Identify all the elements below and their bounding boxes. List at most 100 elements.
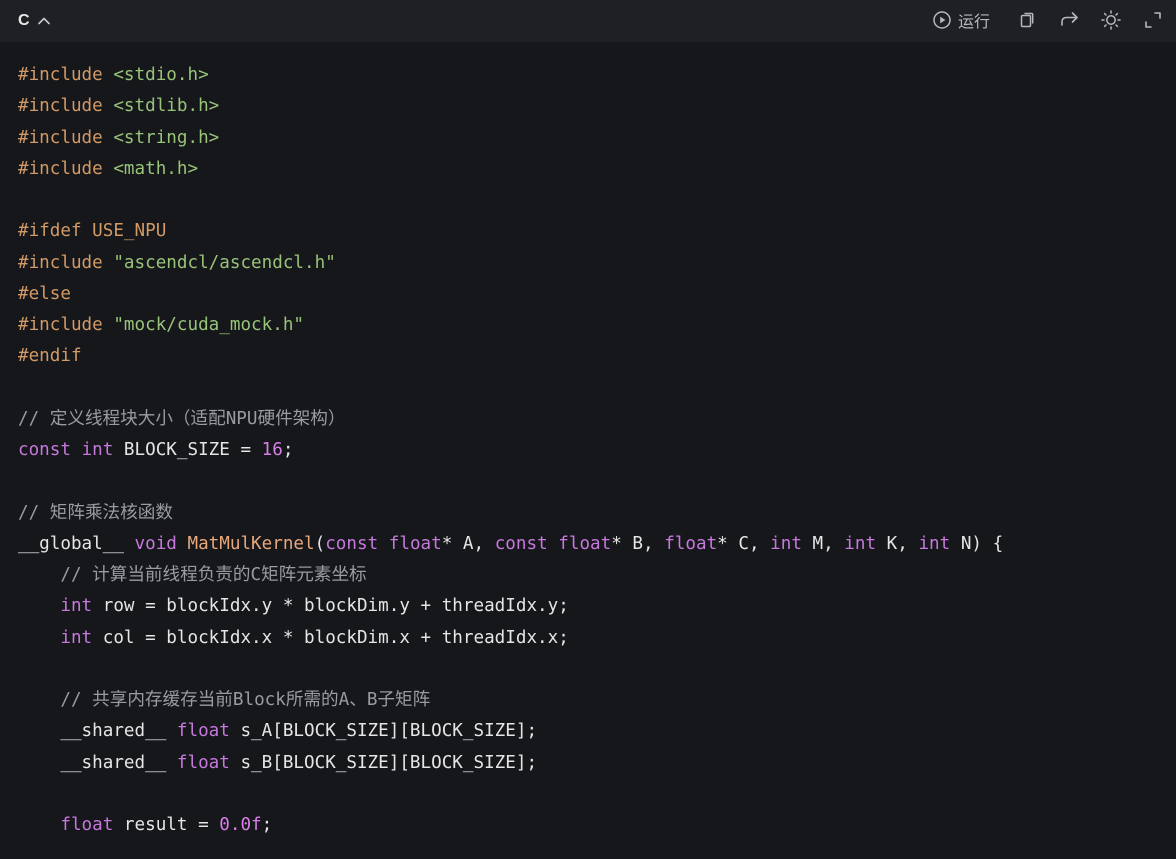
code-text-token: __shared__ — [18, 721, 177, 742]
keyword-token: const — [494, 533, 548, 554]
code-text-token: BLOCK_SIZE = — [113, 440, 262, 460]
code-text-token: __global__ — [18, 533, 135, 554]
code-line: #include <string.h> — [18, 123, 1176, 154]
string-token: "mock/cuda_mock.h" — [113, 315, 305, 335]
keyword-token: void — [134, 533, 177, 554]
code-line: // 矩阵乘法核函数 — [18, 498, 1176, 529]
keyword-token: float — [176, 721, 230, 742]
expand-icon — [1143, 10, 1163, 30]
keyword-token: const — [325, 533, 379, 554]
preprocessor-token: #include — [18, 96, 103, 117]
keyword-token: const — [18, 440, 71, 460]
code-line: #include <math.h> — [18, 154, 1176, 185]
preprocessor-token: #endif — [18, 346, 82, 367]
theme-sun-icon — [1100, 9, 1122, 31]
code-line: __global__ void MatMulKernel(const float… — [18, 529, 1176, 560]
code-line: #include <stdio.h> — [18, 60, 1176, 91]
preprocessor-token: #include — [18, 315, 103, 335]
code-text-token: N) { — [950, 533, 1004, 554]
keyword-token: int — [918, 533, 951, 554]
code-line: // 定义线程块大小（适配NPU硬件架构） — [18, 404, 1176, 435]
run-label: 运行 — [958, 12, 991, 31]
comment-token: // 共享内存缓存当前Block所需的A、B子矩阵 — [60, 690, 431, 710]
code-block: C 运行 #include <stdio.h> #include <stdlib… — [0, 0, 1176, 859]
keyword-token: float — [176, 752, 230, 773]
code-text-token: K, — [876, 533, 919, 554]
theme-toggle-button[interactable] — [1100, 8, 1122, 32]
string-token: <string.h> — [113, 127, 220, 148]
code-text-token: M, — [801, 533, 845, 554]
code-line: #include <stdlib.h> — [18, 91, 1176, 122]
number-token: 0.0f — [219, 815, 262, 835]
code-header: C 运行 — [0, 0, 1176, 42]
code-text-token: row = blockIdx.y * blockDim.y + threadId… — [92, 596, 569, 617]
code-line: #include "mock/cuda_mock.h" — [18, 310, 1176, 341]
code-line: // 计算当前线程负责的C矩阵元素坐标 — [18, 560, 1176, 591]
keyword-token: float — [664, 533, 718, 554]
code-line: #else — [18, 279, 1176, 310]
play-circle-icon — [932, 10, 952, 30]
code-text-token: ; — [282, 440, 294, 460]
run-button[interactable]: 运行 — [932, 8, 990, 32]
comment-token: // 定义线程块大小（适配NPU硬件架构） — [18, 408, 346, 429]
code-text-token: s_A[BLOCK_SIZE][BLOCK_SIZE]; — [229, 721, 538, 742]
code-text-token: * C, — [717, 533, 771, 554]
expand-button[interactable] — [1143, 8, 1163, 32]
copy-icon — [1017, 10, 1037, 30]
string-token: <stdio.h> — [113, 65, 209, 85]
string-token: <math.h> — [113, 158, 199, 179]
share-button[interactable] — [1059, 8, 1081, 32]
function-name-token: MatMulKernel — [187, 533, 315, 554]
code-text-token: ; — [261, 815, 273, 835]
keyword-token: int — [844, 533, 877, 554]
comment-token: // 计算当前线程负责的C矩阵元素坐标 — [60, 565, 367, 585]
preprocessor-token: #ifdef USE_NPU — [18, 221, 167, 242]
language-label-group: C — [18, 10, 52, 32]
preprocessor-token: #include — [18, 65, 103, 85]
keyword-token: int — [60, 596, 93, 617]
code-text-token: ( — [314, 533, 326, 554]
code-line: #ifdef USE_NPU — [18, 216, 1176, 247]
code-text-token: s_B[BLOCK_SIZE][BLOCK_SIZE]; — [229, 752, 538, 773]
preprocessor-token: #else — [18, 283, 71, 304]
code-line: int col = blockIdx.x * blockDim.x + thre… — [18, 623, 1176, 654]
copy-button[interactable] — [1017, 8, 1037, 32]
preprocessor-token: #include — [18, 127, 103, 148]
number-token: 16 — [261, 440, 283, 460]
code-content[interactable]: #include <stdio.h> #include <stdlib.h> #in… — [18, 60, 1176, 859]
keyword-token: int — [770, 533, 802, 554]
chevron-up-icon[interactable] — [36, 13, 52, 29]
keyword-token: int — [81, 440, 114, 460]
keyword-token: float — [60, 815, 114, 835]
preprocessor-token: #include — [18, 158, 103, 179]
comment-token: // 矩阵乘法核函数 — [18, 502, 173, 523]
code-text-token: result = — [113, 815, 220, 835]
string-token: "ascendcl/ascendcl.h" — [113, 252, 336, 273]
code-line: const int BLOCK_SIZE = 16; — [18, 435, 1176, 466]
code-line: float result = 0.0f; — [18, 810, 1176, 841]
string-token: <stdlib.h> — [113, 96, 220, 117]
code-text-token: * A, — [441, 533, 495, 554]
code-line: #endif — [18, 341, 1176, 372]
code-line: // 共享内存缓存当前Block所需的A、B子矩阵 — [18, 685, 1176, 716]
code-text-token: * B, — [611, 533, 665, 554]
code-line: int row = blockIdx.y * blockDim.y + thre… — [18, 591, 1176, 622]
keyword-token: float — [388, 533, 442, 554]
